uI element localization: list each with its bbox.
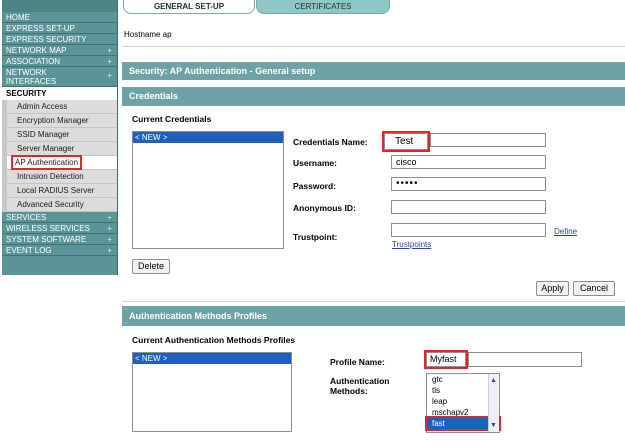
nav-system-software[interactable]: SYSTEM SOFTWARE + (2, 234, 117, 245)
nav-association[interactable]: ASSOCIATION + (2, 56, 117, 67)
expand-icon: + (107, 57, 112, 66)
tab-general-setup[interactable]: GENERAL SET-UP (123, 0, 255, 14)
auth-profiles-list[interactable]: < NEW > (132, 352, 292, 432)
auth-methods-label: Authentication Methods: (330, 376, 390, 396)
sidebar-nav: HOME EXPRESS SET-UP EXPRESS SECURITY NET… (2, 0, 118, 275)
username-field[interactable]: cisco (391, 155, 546, 169)
hostname-label: Hostname ap (124, 30, 172, 39)
nav-event-log[interactable]: EVENT LOG + (2, 245, 117, 256)
sidebar-item-ssid-manager[interactable]: SSID Manager (2, 128, 117, 142)
password-field[interactable]: ••••• (391, 177, 546, 191)
anonymous-id-field[interactable] (391, 200, 546, 214)
nav-express-security[interactable]: EXPRESS SECURITY (2, 34, 117, 45)
sidebar-header (2, 0, 117, 12)
scroll-up-icon[interactable]: ▲ (489, 376, 498, 385)
divider (122, 301, 625, 302)
credentials-name-field[interactable]: Test (382, 131, 430, 152)
credentials-name-label: Credentials Name: (293, 137, 368, 147)
tab-certificates[interactable]: CERTIFICATES (256, 0, 390, 14)
sidebar-item-server-manager[interactable]: Server Manager (2, 142, 117, 156)
expand-icon: + (107, 224, 112, 233)
top-tabs: GENERAL SET-UP CERTIFICATES (118, 0, 625, 16)
sidebar-item-ap-authentication[interactable]: AP Authentication (2, 155, 117, 170)
trustpoint-label: Trustpoint: (293, 232, 338, 242)
apply-button[interactable]: Apply (536, 281, 569, 296)
nav-express-setup[interactable]: EXPRESS SET-UP (2, 23, 117, 34)
current-auth-profiles-label: Current Authentication Methods Profiles (132, 335, 296, 345)
section-credentials: Credentials (122, 87, 625, 106)
profile-name-field-ext[interactable] (468, 352, 582, 367)
sidebar-item-admin-access[interactable]: Admin Access (2, 100, 117, 114)
expand-icon: + (107, 46, 112, 55)
username-label: Username: (293, 158, 337, 168)
trustpoint-field[interactable] (391, 223, 546, 237)
expand-icon: + (107, 235, 112, 244)
credentials-name-field-ext[interactable] (430, 133, 546, 147)
scrollbar[interactable]: ▲ ▼ (488, 374, 499, 432)
page-title: Security: AP Authentication - General se… (122, 62, 625, 80)
expand-icon: + (107, 71, 112, 80)
list-item[interactable]: < NEW > (133, 132, 283, 143)
profile-name-field[interactable]: Myfast (424, 350, 468, 369)
cancel-button[interactable]: Cancel (573, 281, 615, 296)
auth-methods-list[interactable]: gtc tls leap mschapv2 fast ▲ ▼ (425, 373, 501, 433)
sidebar-item-encryption-manager[interactable]: Encryption Manager (2, 114, 117, 128)
list-item[interactable]: < NEW > (133, 353, 291, 364)
nav-network-interfaces[interactable]: NETWORK INTERFACES + (2, 67, 117, 87)
nav-home[interactable]: HOME (2, 12, 117, 23)
nav-services[interactable]: SERVICES + (2, 212, 117, 223)
sidebar-item-intrusion-detection[interactable]: Intrusion Detection (2, 170, 117, 184)
current-credentials-label: Current Credentials (132, 114, 212, 124)
anonymous-id-label: Anonymous ID: (293, 203, 356, 213)
password-label: Password: (293, 181, 336, 191)
define-link[interactable]: Define (554, 227, 577, 236)
profile-name-label: Profile Name: (330, 357, 385, 367)
credentials-list[interactable]: < NEW > (132, 131, 284, 249)
delete-button[interactable]: Delete (132, 259, 170, 274)
sidebar-item-advanced-security[interactable]: Advanced Security (2, 198, 117, 212)
scroll-down-icon[interactable]: ▼ (489, 421, 498, 430)
nav-network-map[interactable]: NETWORK MAP + (2, 45, 117, 56)
trustpoints-link[interactable]: Trustpoints (392, 240, 431, 249)
nav-section-security[interactable]: SECURITY (2, 87, 117, 100)
expand-icon: + (107, 213, 112, 222)
section-auth-methods: Authentication Methods Profiles (122, 306, 625, 326)
expand-icon: + (107, 246, 112, 255)
divider (122, 46, 625, 47)
nav-wireless-services[interactable]: WIRELESS SERVICES + (2, 223, 117, 234)
sidebar-item-local-radius-server[interactable]: Local RADIUS Server (2, 184, 117, 198)
